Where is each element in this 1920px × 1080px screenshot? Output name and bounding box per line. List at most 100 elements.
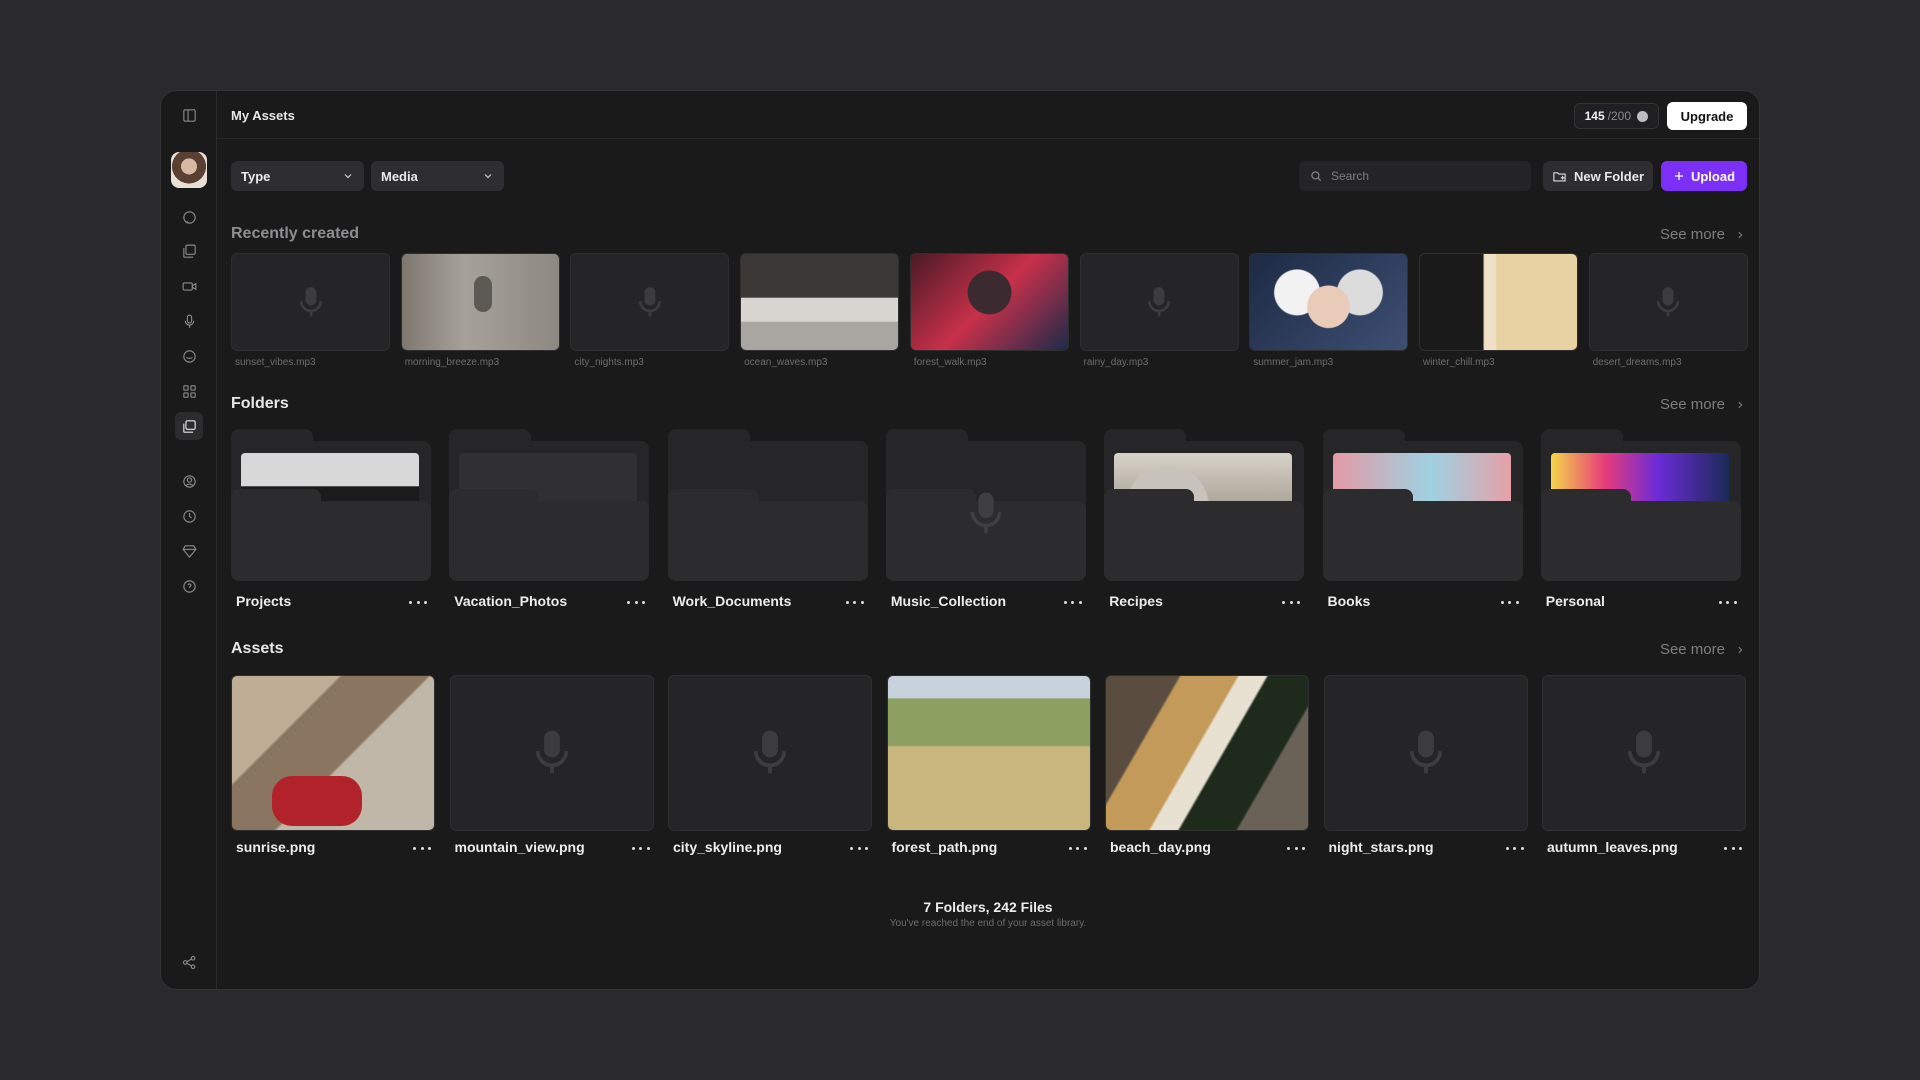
recent-item-label: winter_chill.mp3 [1422, 357, 1495, 368]
recent-item-label: desert_dreams.mp3 [1592, 357, 1682, 368]
folder-front [231, 501, 431, 581]
folder-name: Personal [1545, 593, 1605, 609]
microphone-icon[interactable] [175, 307, 203, 335]
folder-front [667, 501, 868, 581]
asset-thumbnail[interactable] [1105, 675, 1309, 831]
assets-see-more[interactable]: See more [1660, 641, 1745, 658]
asset-thumbnail[interactable] [231, 675, 435, 831]
video-icon[interactable] [175, 272, 203, 300]
folder-card[interactable] [231, 429, 431, 581]
asset-thumbnail[interactable] [449, 675, 654, 831]
chevron-right-icon [1738, 646, 1743, 653]
folder-card[interactable] [449, 429, 650, 581]
folder-more-icon[interactable] [1280, 595, 1302, 609]
see-more-label: See more [1659, 641, 1725, 658]
folder-card[interactable] [1322, 429, 1523, 581]
media-select-label: Media [381, 168, 418, 184]
folder-card[interactable] [1540, 429, 1741, 581]
assets-icon[interactable] [175, 412, 203, 440]
recent-item-label: summer_jam.mp3 [1253, 357, 1334, 368]
folder-more-icon[interactable] [1717, 595, 1739, 609]
microphone-icon [968, 491, 1004, 539]
microphone-icon [637, 286, 663, 318]
media-select[interactable]: Media [371, 161, 504, 191]
asset-more-icon[interactable] [848, 841, 870, 855]
history-icon[interactable] [175, 502, 203, 530]
credits-counter[interactable]: 145 /200 [1573, 103, 1659, 129]
recent-section-title: Recently created [231, 225, 360, 242]
asset-more-icon[interactable] [1067, 841, 1089, 855]
recent-item-thumbnail[interactable] [1079, 253, 1239, 351]
chevron-down-icon [484, 174, 492, 179]
upload-button[interactable]: Upload [1661, 161, 1747, 191]
emoji-icon[interactable] [175, 342, 203, 370]
folder-front [1540, 501, 1741, 581]
help-icon[interactable] [175, 572, 203, 600]
microphone-icon [751, 729, 789, 777]
asset-name: mountain_view.png [454, 839, 585, 855]
chevron-right-icon [1738, 401, 1743, 408]
folder-more-icon[interactable] [625, 595, 647, 609]
folder-name: Books [1327, 593, 1371, 609]
asset-more-icon[interactable] [1285, 841, 1307, 855]
folder-more-icon[interactable] [1062, 595, 1084, 609]
page-title: My Assets [231, 108, 295, 123]
see-more-label: See more [1659, 396, 1725, 413]
folder-name: Work_Documents [672, 593, 792, 609]
avatar[interactable] [171, 152, 207, 188]
folder-front [1322, 501, 1523, 581]
recent-item-thumbnail[interactable] [570, 253, 730, 351]
asset-more-icon[interactable] [1504, 841, 1526, 855]
folder-card[interactable] [667, 429, 868, 581]
asset-thumbnail[interactable] [1542, 675, 1746, 831]
recent-item-thumbnail[interactable] [1418, 253, 1578, 351]
asset-name: night_stars.png [1328, 839, 1434, 855]
folder-more-icon[interactable] [1499, 595, 1521, 609]
upload-label: Upload [1690, 168, 1736, 184]
search-input[interactable] [1331, 169, 1521, 183]
asset-thumbnail[interactable] [668, 675, 872, 831]
folder-more-icon[interactable] [844, 595, 866, 609]
microphone-icon [1625, 729, 1663, 777]
recent-item-thumbnail[interactable] [1588, 253, 1748, 351]
recent-item-thumbnail[interactable] [400, 253, 560, 351]
asset-more-icon[interactable] [411, 841, 433, 855]
folder-card[interactable] [1104, 429, 1305, 581]
upgrade-button[interactable]: Upgrade [1667, 102, 1747, 130]
asset-name: forest_path.png [891, 839, 998, 855]
type-select[interactable]: Type [231, 161, 364, 191]
folder-more-icon[interactable] [407, 595, 429, 609]
asset-more-icon[interactable] [1722, 841, 1744, 855]
sidebar-rail [161, 91, 217, 989]
folder-front [449, 501, 650, 581]
folders-see-more[interactable]: See more [1660, 396, 1745, 413]
credits-total: /200 [1607, 109, 1631, 123]
chevron-right-icon [1738, 231, 1743, 238]
folder-plus-icon [1553, 171, 1566, 181]
folder-card[interactable] [885, 429, 1086, 581]
recent-see-more[interactable]: See more [1660, 226, 1745, 243]
plus-icon [1674, 172, 1683, 180]
new-folder-button[interactable]: New Folder [1543, 161, 1653, 191]
recent-item-label: morning_breeze.mp3 [404, 357, 500, 368]
search-icon [1311, 171, 1322, 182]
recent-item-thumbnail[interactable] [231, 253, 390, 351]
recent-item-thumbnail[interactable] [909, 253, 1069, 351]
asset-thumbnail[interactable] [886, 675, 1091, 831]
folder-name: Vacation_Photos [454, 593, 568, 609]
diamond-icon[interactable] [175, 537, 203, 565]
search-box[interactable] [1299, 161, 1531, 191]
apps-grid-icon[interactable] [175, 377, 203, 405]
gallery-icon[interactable] [175, 237, 203, 265]
sidebar-toggle-icon[interactable] [175, 101, 203, 129]
chat-icon[interactable] [175, 203, 203, 231]
asset-more-icon[interactable] [630, 841, 652, 855]
asset-name: city_skyline.png [673, 839, 782, 855]
share-icon[interactable] [175, 948, 203, 976]
asset-thumbnail[interactable] [1323, 675, 1528, 831]
recent-item-thumbnail[interactable] [1249, 253, 1409, 351]
user-circle-icon[interactable] [175, 467, 203, 495]
recent-item-thumbnail[interactable] [740, 253, 900, 351]
toolbar: Type Media New Folder Upload [231, 161, 1747, 191]
assets-section-title: Assets [231, 640, 284, 657]
